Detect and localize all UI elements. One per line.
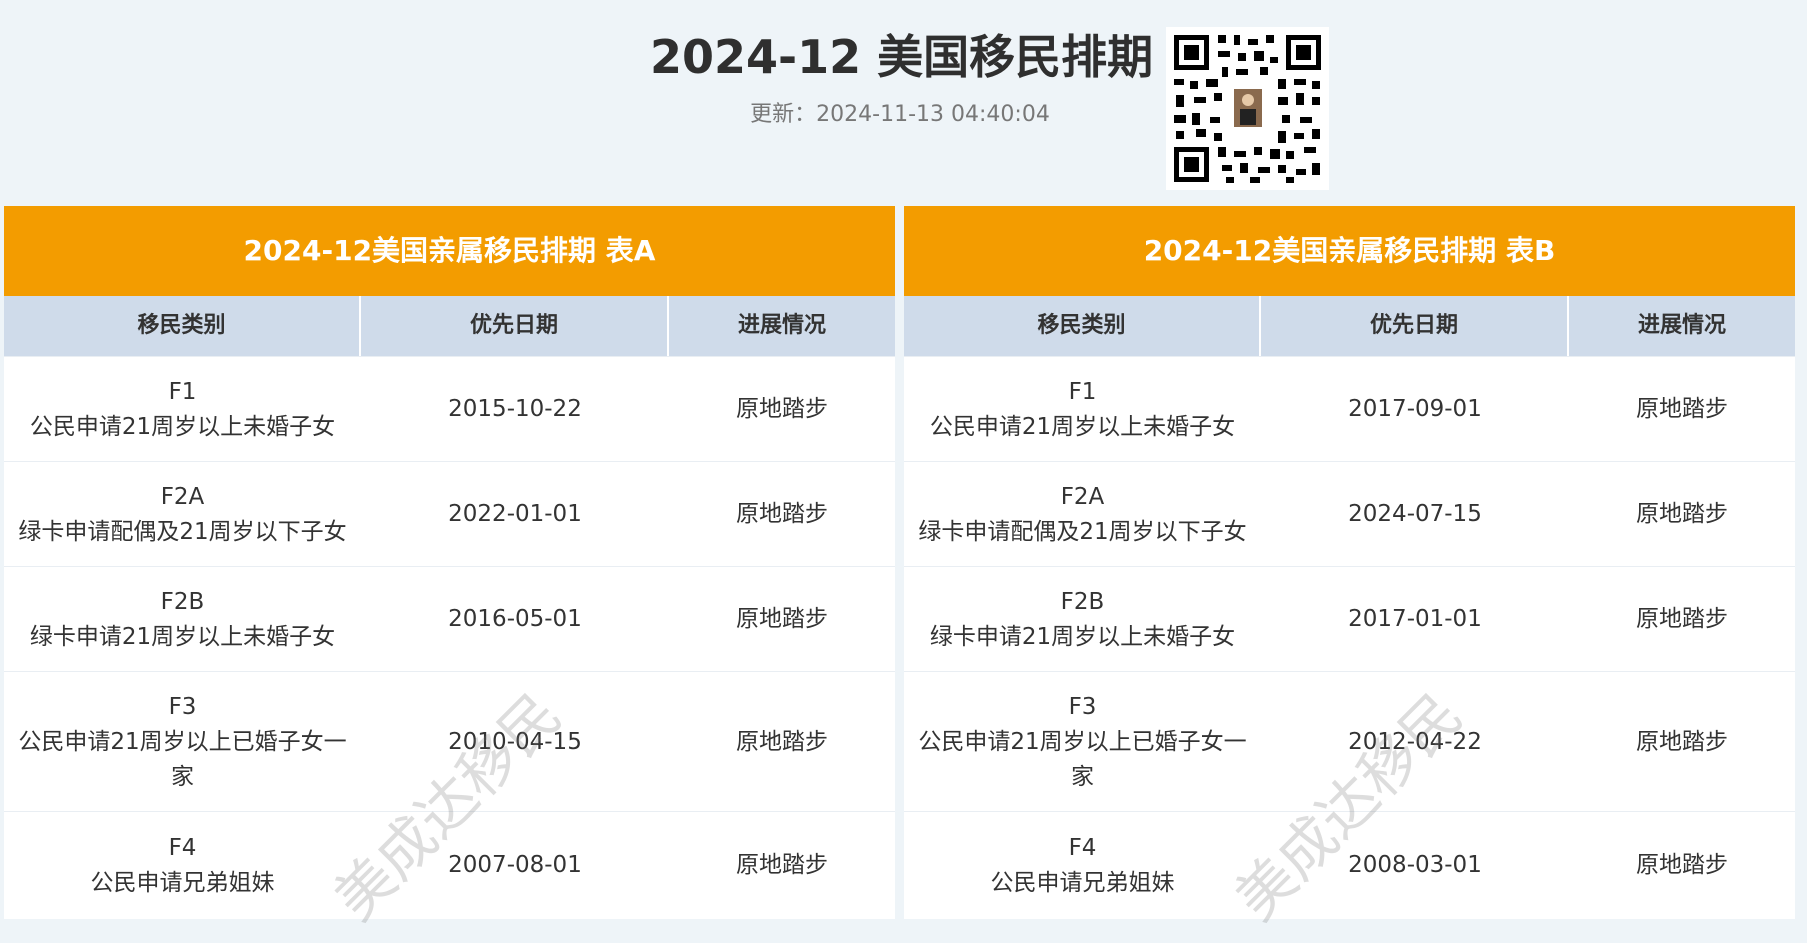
table-b: 2024-12美国亲属移民排期 表B 移民类别 优先日期 进展情况 F1 公民申… bbox=[904, 206, 1795, 919]
table-row: F3 公民申请21周岁以上已婚子女一家 2012-04-22 原地踏步 bbox=[904, 671, 1795, 812]
category-code: F2A bbox=[1060, 483, 1105, 510]
category-code: F4 bbox=[168, 834, 197, 861]
category-cell: F3 公民申请21周岁以上已婚子女一家 bbox=[904, 672, 1261, 812]
category-code: F2A bbox=[160, 483, 205, 510]
table-row: F1 公民申请21周岁以上未婚子女 2015-10-22 原地踏步 bbox=[4, 356, 895, 462]
category-description: 绿卡申请21周岁以上未婚子女 bbox=[929, 623, 1236, 650]
table-row: F4 公民申请兄弟姐妹 2008-03-01 原地踏步 bbox=[904, 811, 1795, 919]
category-cell: F1 公民申请21周岁以上未婚子女 bbox=[4, 357, 361, 462]
category-code: F1 bbox=[168, 378, 197, 405]
category-code: F2B bbox=[160, 588, 205, 615]
column-header-priority-date: 优先日期 bbox=[1261, 296, 1569, 356]
table-row: F2B 绿卡申请21周岁以上未婚子女 2017-01-01 原地踏步 bbox=[904, 566, 1795, 672]
priority-date-cell: 2015-10-22 bbox=[448, 396, 582, 422]
progress-cell: 原地踏步 bbox=[1636, 501, 1728, 527]
category-code: F1 bbox=[1068, 378, 1097, 405]
table-b-column-headers: 移民类别 优先日期 进展情况 bbox=[904, 296, 1795, 356]
category-code: F2B bbox=[1060, 588, 1105, 615]
priority-date-cell: 2010-04-15 bbox=[448, 728, 582, 755]
progress-cell: 原地踏步 bbox=[736, 501, 828, 527]
category-description: 公民申请21周岁以上已婚子女一家 bbox=[918, 728, 1247, 790]
category-description: 公民申请兄弟姐妹 bbox=[90, 869, 275, 896]
category-cell: F3 公民申请21周岁以上已婚子女一家 bbox=[4, 672, 361, 812]
updated-timestamp: 更新：2024-11-13 04:40:04 bbox=[750, 102, 1050, 127]
priority-date-cell: 2017-09-01 bbox=[1348, 396, 1482, 422]
category-cell: F4 公民申请兄弟姐妹 bbox=[4, 812, 361, 919]
table-row: F1 公民申请21周岁以上未婚子女 2017-09-01 原地踏步 bbox=[904, 356, 1795, 462]
priority-date-cell: 2012-04-22 bbox=[1348, 728, 1482, 755]
priority-date-cell: 2024-07-15 bbox=[1348, 501, 1482, 527]
table-row: F2B 绿卡申请21周岁以上未婚子女 2016-05-01 原地踏步 bbox=[4, 566, 895, 672]
category-description: 公民申请21周岁以上未婚子女 bbox=[29, 413, 336, 440]
table-row: F4 公民申请兄弟姐妹 2007-08-01 原地踏步 bbox=[4, 811, 895, 919]
progress-cell: 原地踏步 bbox=[736, 606, 828, 632]
category-cell: F2A 绿卡申请配偶及21周岁以下子女 bbox=[904, 462, 1261, 567]
category-code: F3 bbox=[1068, 693, 1097, 720]
category-cell: F2B 绿卡申请21周岁以上未婚子女 bbox=[4, 567, 361, 672]
column-header-category: 移民类别 bbox=[904, 296, 1261, 356]
column-header-progress: 进展情况 bbox=[737, 313, 826, 338]
table-a-title: 2024-12美国亲属移民排期 表A bbox=[4, 206, 895, 296]
column-header-category: 移民类别 bbox=[4, 296, 361, 356]
priority-date-cell: 2016-05-01 bbox=[448, 606, 582, 632]
progress-cell: 原地踏步 bbox=[1636, 728, 1728, 755]
category-code: F3 bbox=[168, 693, 197, 720]
table-a: 2024-12美国亲属移民排期 表A 移民类别 优先日期 进展情况 F1 公民申… bbox=[4, 206, 895, 919]
priority-date-cell: 2007-08-01 bbox=[448, 852, 582, 878]
table-row: F2A 绿卡申请配偶及21周岁以下子女 2024-07-15 原地踏步 bbox=[904, 461, 1795, 567]
progress-cell: 原地踏步 bbox=[1636, 606, 1728, 632]
priority-date-cell: 2022-01-01 bbox=[448, 501, 582, 527]
column-header-progress: 进展情况 bbox=[1637, 313, 1726, 338]
category-description: 绿卡申请21周岁以上未婚子女 bbox=[29, 623, 336, 650]
column-header-priority-date: 优先日期 bbox=[361, 296, 669, 356]
category-description: 公民申请兄弟姐妹 bbox=[990, 869, 1175, 896]
category-cell: F2B 绿卡申请21周岁以上未婚子女 bbox=[904, 567, 1261, 672]
progress-cell: 原地踏步 bbox=[736, 852, 828, 878]
table-row: F3 公民申请21周岁以上已婚子女一家 2010-04-15 原地踏步 bbox=[4, 671, 895, 812]
category-description: 公民申请21周岁以上未婚子女 bbox=[929, 413, 1236, 440]
page-title: 2024-12 美国移民排期 bbox=[650, 30, 1154, 84]
page-header: 2024-12 美国移民排期 更新：2024-11-13 04:40:04 bbox=[0, 0, 1807, 205]
qr-code-graphic bbox=[1166, 27, 1329, 190]
priority-date-cell: 2017-01-01 bbox=[1348, 606, 1482, 632]
category-code: F4 bbox=[1068, 834, 1097, 861]
table-a-column-headers: 移民类别 优先日期 进展情况 bbox=[4, 296, 895, 356]
progress-cell: 原地踏步 bbox=[736, 396, 828, 422]
category-cell: F4 公民申请兄弟姐妹 bbox=[904, 812, 1261, 919]
table-b-title: 2024-12美国亲属移民排期 表B bbox=[904, 206, 1795, 296]
category-description: 绿卡申请配偶及21周岁以下子女 bbox=[18, 518, 347, 545]
category-description: 绿卡申请配偶及21周岁以下子女 bbox=[918, 518, 1247, 545]
table-row: F2A 绿卡申请配偶及21周岁以下子女 2022-01-01 原地踏步 bbox=[4, 461, 895, 567]
category-cell: F2A 绿卡申请配偶及21周岁以下子女 bbox=[4, 462, 361, 567]
qr-code-icon bbox=[1166, 27, 1329, 190]
tables-area: 2024-12美国亲属移民排期 表A 移民类别 优先日期 进展情况 F1 公民申… bbox=[4, 206, 1803, 933]
category-description: 公民申请21周岁以上已婚子女一家 bbox=[18, 728, 347, 790]
progress-cell: 原地踏步 bbox=[736, 728, 828, 755]
category-cell: F1 公民申请21周岁以上未婚子女 bbox=[904, 357, 1261, 462]
progress-cell: 原地踏步 bbox=[1636, 396, 1728, 422]
priority-date-cell: 2008-03-01 bbox=[1348, 852, 1482, 878]
progress-cell: 原地踏步 bbox=[1636, 852, 1728, 878]
